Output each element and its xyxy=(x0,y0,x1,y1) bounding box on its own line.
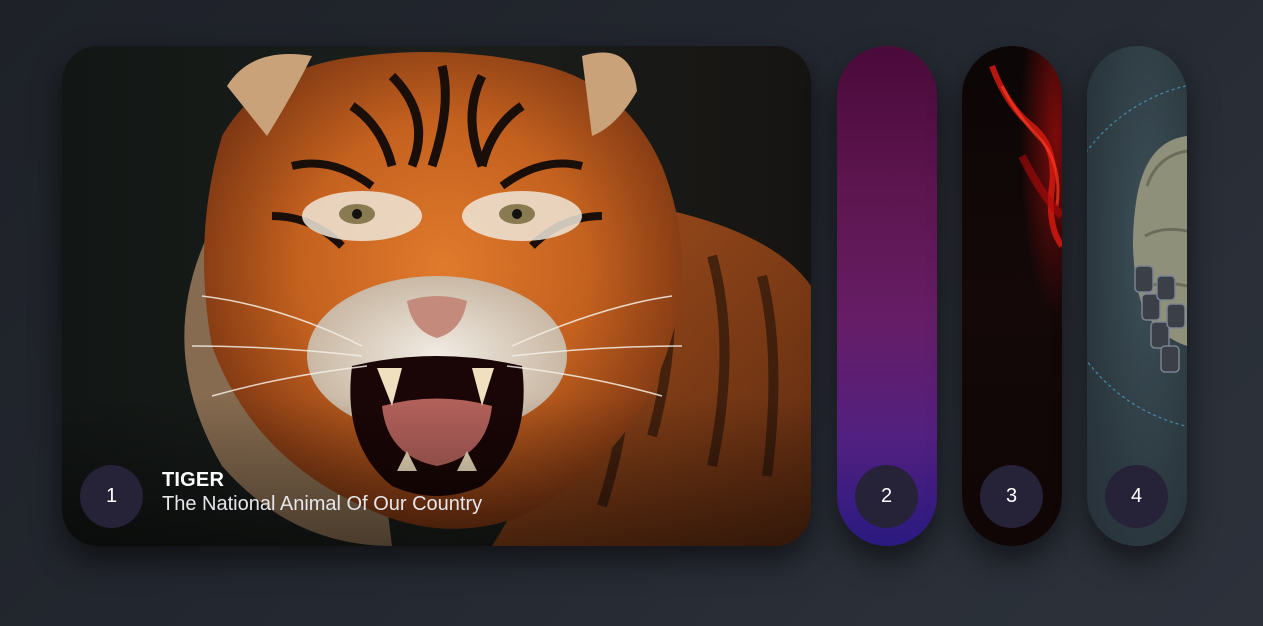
slider-card-tiger[interactable]: 1 TIGER The National Animal Of Our Count… xyxy=(62,46,811,546)
card-number-badge[interactable]: 4 xyxy=(1105,465,1168,528)
card-number: 2 xyxy=(880,485,893,507)
slider-card-2[interactable]: 2 xyxy=(837,46,937,546)
card-subtitle: The National Animal Of Our Country xyxy=(162,493,483,515)
card-title: TIGER xyxy=(162,469,225,491)
slider-card-4[interactable]: 4 xyxy=(1087,46,1187,546)
card-number-badge[interactable]: 3 xyxy=(980,465,1043,528)
card-number: 4 xyxy=(1130,485,1143,507)
slider-card-3[interactable]: 3 xyxy=(962,46,1062,546)
card-number-badge[interactable]: 2 xyxy=(855,465,918,528)
card-number: 1 xyxy=(105,485,118,507)
card-number-badge[interactable]: 1 xyxy=(80,465,143,528)
card-number: 3 xyxy=(1005,485,1018,507)
card-caption: TIGER The National Animal Of Our Country xyxy=(162,468,482,516)
